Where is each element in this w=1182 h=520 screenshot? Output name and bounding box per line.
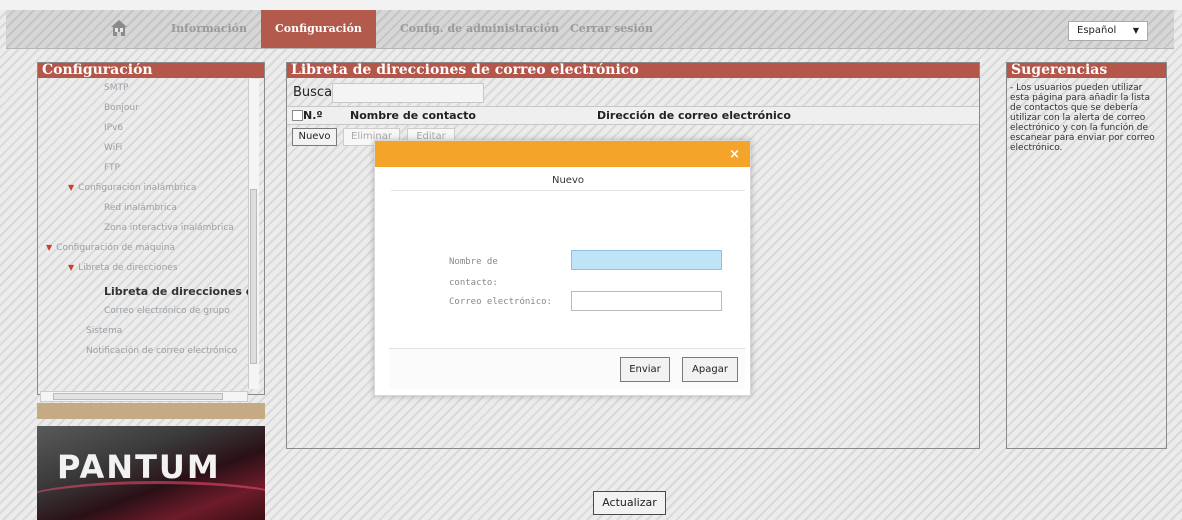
tips-text: - Los usuarios pueden utilizar esta pági… — [1010, 83, 1155, 153]
dialog-footer: Enviar Apagar — [389, 348, 745, 389]
tips-panel: Sugerencias - Los usuarios pueden utiliz… — [1006, 62, 1167, 449]
tab-config-administracion[interactable]: Config. de administración — [400, 10, 559, 48]
contact-name-input[interactable] — [571, 250, 722, 270]
sidebar-vertical-scrollbar[interactable] — [248, 79, 259, 389]
new-contact-dialog: × Nuevo Nombre de contacto: Correo elect… — [374, 140, 751, 396]
email-label: Correo electrónico: — [449, 297, 552, 307]
sidebar-item-ipv6[interactable]: IPv6 — [104, 123, 123, 133]
language-select[interactable]: Español ▼ — [1068, 21, 1148, 41]
tab-configuracion[interactable]: Configuración — [261, 10, 376, 48]
scrollbar-thumb[interactable] — [53, 393, 223, 400]
browser-top-strip — [0, 0, 1182, 10]
logo-text: PANTUM — [57, 448, 221, 486]
tips-title: Sugerencias — [1007, 63, 1166, 78]
column-header[interactable]: Nombre de contacto — [350, 109, 476, 122]
contact-name-label: Nombre de — [449, 257, 498, 267]
dialog-header: × — [375, 141, 750, 167]
sidebar-item-zona-interactiva[interactable]: Zona interactiva inalámbrica — [104, 223, 234, 233]
page-title: Libreta de direcciones de correo electró… — [287, 63, 979, 78]
contact-name-label-cont: contacto: — [449, 278, 498, 288]
sidebar-item-label: Configuración de máquina — [56, 243, 176, 253]
search-label: Buscar — [293, 85, 338, 100]
sidebar-item-libreta-direcciones[interactable]: ▼ Libreta de direcciones — [68, 263, 178, 273]
cancel-button[interactable]: Apagar — [682, 357, 738, 382]
select-all-checkbox[interactable] — [292, 110, 303, 121]
tab-informacion[interactable]: Información — [171, 10, 247, 48]
sidebar-item-correo-grupo[interactable]: Correo electrónico de grupo — [104, 306, 230, 316]
top-navigation: Información Configuración Config. de adm… — [6, 10, 1174, 49]
send-button[interactable]: Enviar — [620, 357, 670, 382]
new-button[interactable]: Nuevo — [292, 128, 337, 146]
language-value: Español — [1077, 25, 1117, 36]
dialog-title: Nuevo — [391, 172, 745, 191]
sidebar-item-libreta-correo[interactable]: Libreta de direcciones de — [104, 285, 248, 298]
sidebar-item-red-inalambrica[interactable]: Red inalámbrica — [104, 203, 177, 213]
home-icon[interactable] — [110, 19, 128, 37]
expand-triangle-icon[interactable]: ▼ — [46, 243, 52, 252]
close-icon[interactable]: × — [729, 147, 740, 162]
scrollbar-thumb[interactable] — [250, 189, 257, 364]
sidebar-item-label: Configuración inalámbrica — [78, 183, 197, 193]
column-header[interactable]: N.º — [303, 109, 323, 122]
sidebar-item-wifi[interactable]: WiFi — [104, 143, 122, 153]
sidebar-divider-bar — [37, 403, 265, 419]
sidebar-item-label: Libreta de direcciones — [78, 263, 178, 273]
sidebar-item-notificacion-correo[interactable]: Notificación de correo electrónico — [86, 346, 237, 356]
logo-swirl — [37, 481, 265, 520]
search-input[interactable] — [332, 83, 484, 103]
sidebar-item-sistema[interactable]: Sistema — [86, 326, 122, 336]
sidebar-title: Configuración — [38, 63, 264, 78]
expand-triangle-icon[interactable]: ▼ — [68, 263, 74, 272]
pantum-logo: PANTUM — [37, 426, 265, 520]
column-header[interactable]: Dirección de correo electrónico — [597, 109, 791, 122]
email-input[interactable] — [571, 291, 722, 311]
sidebar-tree: SMTP Bonjour IPv6 WiFi FTP ▼ Configuració… — [38, 79, 248, 389]
chevron-down-icon: ▼ — [1132, 26, 1139, 35]
refresh-button[interactable]: Actualizar — [593, 491, 666, 515]
sidebar-item-smtp[interactable]: SMTP — [104, 83, 128, 93]
sidebar-item-ftp[interactable]: FTP — [104, 163, 120, 173]
sidebar-horizontal-scrollbar[interactable] — [40, 391, 248, 402]
sidebar-item-bonjour[interactable]: Bonjour — [104, 103, 139, 113]
sidebar-item-config-inalambrica[interactable]: ▼ Configuración inalámbrica — [68, 183, 196, 193]
sidebar-item-config-maquina[interactable]: ▼ Configuración de máquina — [46, 243, 175, 253]
expand-triangle-icon[interactable]: ▼ — [68, 183, 74, 192]
tab-cerrar-sesion[interactable]: Cerrar sesión — [570, 10, 653, 48]
table-header: N.º Nombre de contacto Dirección de corr… — [287, 106, 979, 125]
sidebar-panel: Configuración SMTP Bonjour IPv6 WiFi FTP… — [37, 62, 265, 402]
